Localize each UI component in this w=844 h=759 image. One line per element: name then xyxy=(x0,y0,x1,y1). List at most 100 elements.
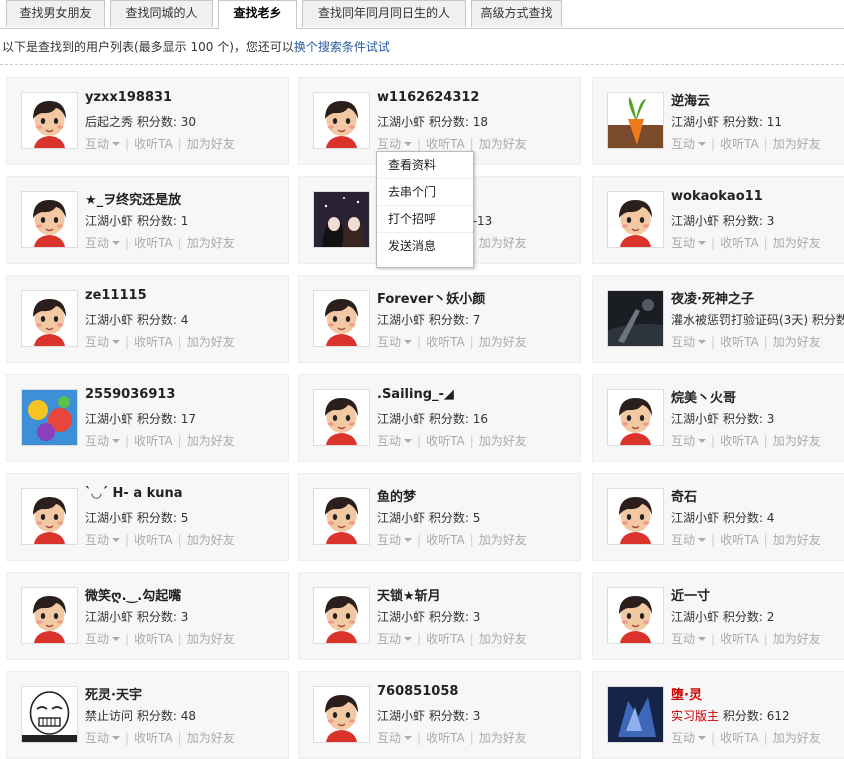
user-avatar[interactable] xyxy=(21,389,78,446)
user-avatar[interactable] xyxy=(607,686,664,743)
add-friend-button[interactable]: 加为好友 xyxy=(479,236,527,250)
listen-button[interactable]: 收听TA xyxy=(426,335,465,349)
tab-find-same-birthday[interactable]: 查找同年同月同日生的人 xyxy=(302,0,466,27)
user-name[interactable]: 760851058 xyxy=(377,684,458,699)
listen-button[interactable]: 收听TA xyxy=(720,731,759,745)
user-avatar[interactable] xyxy=(313,290,370,347)
user-name[interactable]: ★_ヲ终究还是放 xyxy=(85,189,181,208)
user-avatar[interactable] xyxy=(313,587,370,644)
user-avatar[interactable] xyxy=(21,191,78,248)
interact-button[interactable]: 互动 xyxy=(671,335,707,349)
user-avatar[interactable] xyxy=(607,290,664,347)
listen-button[interactable]: 收听TA xyxy=(426,632,465,646)
interact-button[interactable]: 互动 xyxy=(85,236,121,250)
user-name[interactable]: yzxx198831 xyxy=(85,90,172,105)
listen-button[interactable]: 收听TA xyxy=(426,434,465,448)
add-friend-button[interactable]: 加为好友 xyxy=(479,731,527,745)
listen-button[interactable]: 收听TA xyxy=(426,137,465,151)
menu-item-greet[interactable]: 打个招呼 xyxy=(377,206,473,233)
tab-find-partner[interactable]: 查找男女朋友 xyxy=(6,0,105,27)
interact-button[interactable]: 互动 xyxy=(377,434,413,448)
listen-button[interactable]: 收听TA xyxy=(720,434,759,448)
interact-button[interactable]: 互动 xyxy=(85,533,121,547)
user-avatar[interactable] xyxy=(607,92,664,149)
add-friend-button[interactable]: 加为好友 xyxy=(479,434,527,448)
add-friend-button[interactable]: 加为好友 xyxy=(187,335,235,349)
interact-button[interactable]: 互动 xyxy=(671,533,707,547)
add-friend-button[interactable]: 加为好友 xyxy=(479,632,527,646)
listen-button[interactable]: 收听TA xyxy=(134,335,173,349)
listen-button[interactable]: 收听TA xyxy=(134,434,173,448)
interact-button[interactable]: 互动 xyxy=(671,137,707,151)
interact-button[interactable]: 互动 xyxy=(85,632,121,646)
user-avatar[interactable] xyxy=(313,191,370,248)
add-friend-button[interactable]: 加为好友 xyxy=(187,236,235,250)
menu-item-view-profile[interactable]: 查看资料 xyxy=(377,152,473,179)
listen-button[interactable]: 收听TA xyxy=(134,137,173,151)
add-friend-button[interactable]: 加为好友 xyxy=(479,335,527,349)
menu-item-send-message[interactable]: 发送消息 xyxy=(377,233,473,259)
listen-button[interactable]: 收听TA xyxy=(720,335,759,349)
interact-button[interactable]: 互动 xyxy=(377,533,413,547)
interact-button[interactable]: 互动 xyxy=(85,434,121,448)
user-name[interactable]: 鱼的梦 xyxy=(377,486,416,505)
add-friend-button[interactable]: 加为好友 xyxy=(479,137,527,151)
user-name[interactable]: wokaokao11 xyxy=(671,189,763,204)
add-friend-button[interactable]: 加为好友 xyxy=(773,434,821,448)
user-name[interactable]: 近一寸 xyxy=(671,585,710,604)
user-name[interactable]: .Sailing_-◢ xyxy=(377,387,454,402)
add-friend-button[interactable]: 加为好友 xyxy=(773,632,821,646)
tab-advanced-search[interactable]: 高级方式查找 xyxy=(471,0,562,27)
interact-button[interactable]: 互动 xyxy=(671,731,707,745)
interact-button[interactable]: 互动 xyxy=(85,137,121,151)
interact-button[interactable]: 互动 xyxy=(671,434,707,448)
user-avatar[interactable] xyxy=(313,92,370,149)
user-avatar[interactable] xyxy=(607,191,664,248)
listen-button[interactable]: 收听TA xyxy=(426,533,465,547)
user-name[interactable]: 夜凌·死神之子 xyxy=(671,288,754,307)
add-friend-button[interactable]: 加为好友 xyxy=(773,335,821,349)
listen-button[interactable]: 收听TA xyxy=(134,731,173,745)
user-name[interactable]: 天锁★斩月 xyxy=(377,585,441,604)
add-friend-button[interactable]: 加为好友 xyxy=(187,731,235,745)
user-avatar[interactable] xyxy=(607,488,664,545)
interact-button[interactable]: 互动 xyxy=(377,731,413,745)
interact-button[interactable]: 互动 xyxy=(377,632,413,646)
listen-button[interactable]: 收听TA xyxy=(720,236,759,250)
user-name[interactable]: 2559036913 xyxy=(85,387,175,402)
user-avatar[interactable] xyxy=(607,389,664,446)
add-friend-button[interactable]: 加为好友 xyxy=(773,236,821,250)
user-name[interactable]: 奇石 xyxy=(671,486,697,505)
add-friend-button[interactable]: 加为好友 xyxy=(187,434,235,448)
add-friend-button[interactable]: 加为好友 xyxy=(187,632,235,646)
add-friend-button[interactable]: 加为好友 xyxy=(187,533,235,547)
user-name[interactable]: w1162624312 xyxy=(377,90,479,105)
listen-button[interactable]: 收听TA xyxy=(720,137,759,151)
user-name[interactable]: ze11115 xyxy=(85,288,147,303)
user-name[interactable]: 逆海云 xyxy=(671,90,710,109)
user-name[interactable]: ˋ◡ˊ H- a kuna xyxy=(85,486,183,501)
listen-button[interactable]: 收听TA xyxy=(134,236,173,250)
add-friend-button[interactable]: 加为好友 xyxy=(773,533,821,547)
interact-button[interactable]: 互动 xyxy=(671,632,707,646)
user-avatar[interactable] xyxy=(313,686,370,743)
user-name[interactable]: Forever丶妖小颜 xyxy=(377,288,485,307)
interact-button[interactable]: 互动 xyxy=(377,335,413,349)
user-name[interactable]: 死灵·天宇 xyxy=(85,684,142,703)
interact-button[interactable]: 互动 xyxy=(85,335,121,349)
user-avatar[interactable] xyxy=(21,290,78,347)
add-friend-button[interactable]: 加为好友 xyxy=(479,533,527,547)
listen-button[interactable]: 收听TA xyxy=(720,632,759,646)
listen-button[interactable]: 收听TA xyxy=(426,731,465,745)
interact-button[interactable]: 互动 xyxy=(85,731,121,745)
interact-button[interactable]: 互动 xyxy=(671,236,707,250)
user-name[interactable]: 微笑ღ.‿.勾起嘴 xyxy=(85,585,181,604)
menu-item-visit[interactable]: 去串个门 xyxy=(377,179,473,206)
user-avatar[interactable] xyxy=(607,587,664,644)
user-avatar[interactable] xyxy=(21,92,78,149)
listen-button[interactable]: 收听TA xyxy=(720,533,759,547)
user-avatar[interactable] xyxy=(21,686,78,743)
user-avatar[interactable] xyxy=(21,587,78,644)
tab-find-hometown[interactable]: 查找老乡 xyxy=(218,0,297,29)
user-name[interactable]: 堕·灵 xyxy=(671,684,702,703)
